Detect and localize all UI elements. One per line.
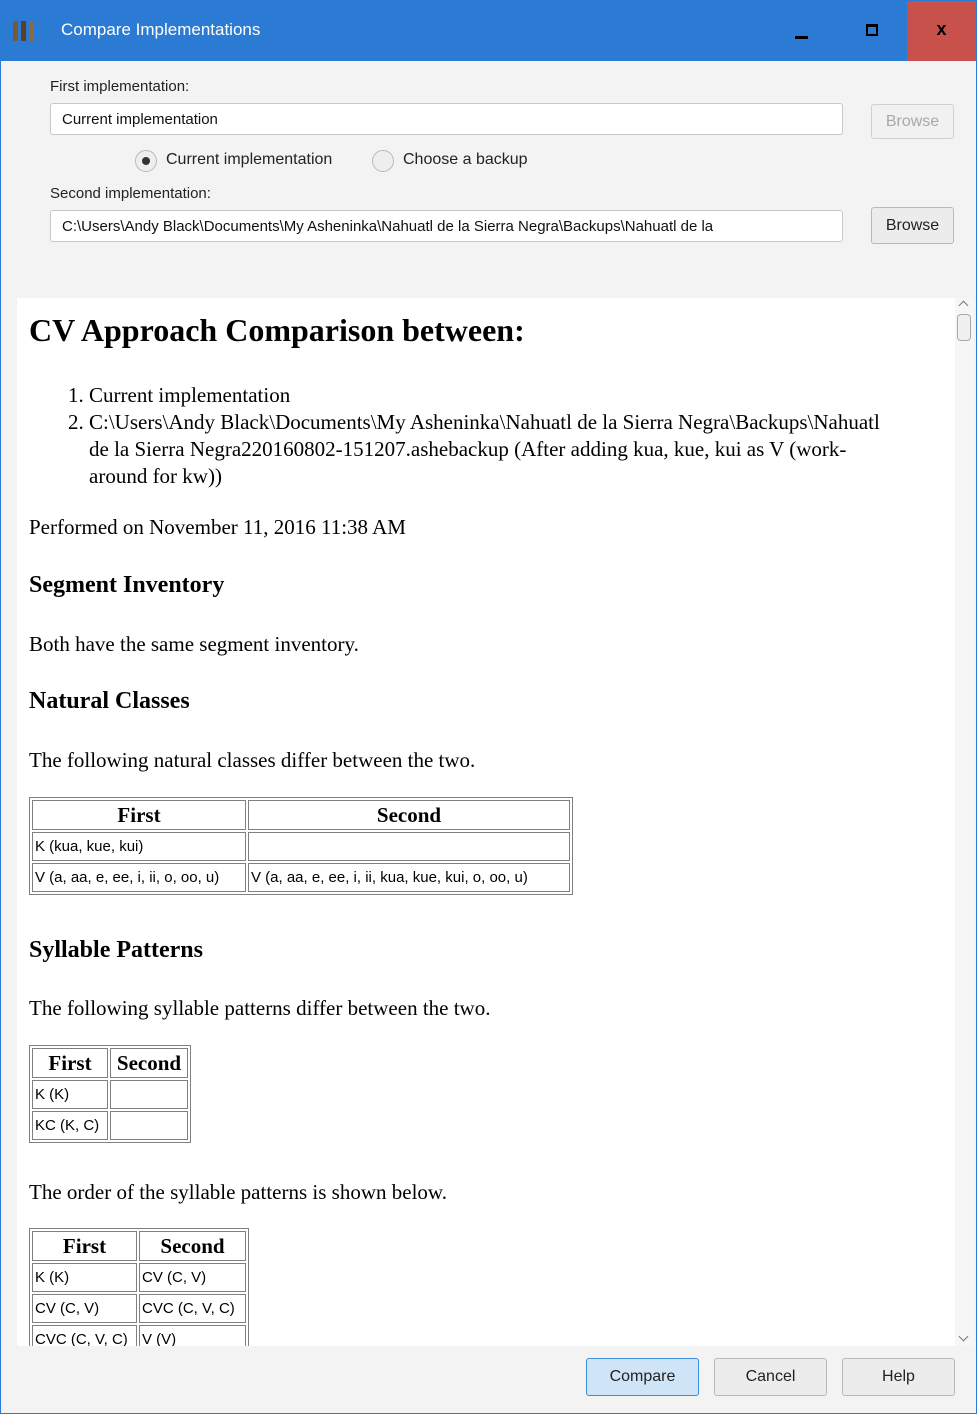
table-cell: CV (C, V)	[139, 1263, 246, 1292]
scroll-up-icon[interactable]	[958, 300, 969, 311]
table-cell: KC (K, C)	[32, 1111, 108, 1140]
table-cell: K (kua, kue, kui)	[32, 832, 246, 861]
list-item: Current implementation	[89, 382, 889, 409]
table-cell: K (K)	[32, 1263, 137, 1292]
table-row: K (K) CV (C, V)	[32, 1263, 246, 1292]
radio-current-implementation[interactable]	[135, 150, 157, 172]
second-browse-button[interactable]: Browse	[871, 207, 954, 244]
segment-inventory-heading: Segment Inventory	[29, 572, 225, 598]
report-heading: CV Approach Comparison between:	[29, 312, 525, 348]
first-implementation-label: First implementation:	[50, 78, 190, 95]
first-implementation-field[interactable]: Current implementation	[50, 103, 843, 135]
compare-implementations-window: Compare Implementations x First implemen…	[0, 0, 977, 1414]
comparison-report[interactable]: CV Approach Comparison between: Current …	[17, 298, 955, 1346]
radio-backup-label: Choose a backup	[403, 151, 528, 168]
second-implementation-field[interactable]: C:\Users\Andy Black\Documents\My Ashenin…	[50, 210, 843, 242]
table-row: V (a, aa, e, ee, i, ii, o, oo, u) V (a, …	[32, 863, 570, 892]
second-implementation-label: Second implementation:	[50, 185, 211, 202]
natural-classes-heading: Natural Classes	[29, 688, 190, 714]
table-cell	[110, 1111, 188, 1140]
table-row: CV (C, V) CVC (C, V, C)	[32, 1294, 246, 1323]
table-cell	[248, 832, 570, 861]
table-row: KC (K, C)	[32, 1111, 188, 1140]
first-browse-button[interactable]: Browse	[871, 104, 954, 139]
natural-classes-table: First Second K (kua, kue, kui) V (a, aa,…	[29, 797, 573, 895]
table-row: K (kua, kue, kui)	[32, 832, 570, 861]
table-cell: V (a, aa, e, ee, i, ii, o, oo, u)	[32, 863, 246, 892]
table-cell: CVC (C, V, C)	[32, 1325, 137, 1346]
performed-text: Performed on November 11, 2016 11:38 AM	[29, 515, 406, 539]
close-icon: x	[936, 19, 947, 39]
scrollbar-thumb[interactable]	[957, 314, 971, 341]
syllable-patterns-heading: Syllable Patterns	[29, 937, 203, 963]
table-cell: V (a, aa, e, ee, i, ii, kua, kue, kui, o…	[248, 863, 570, 892]
syllable-patterns-text: The following syllable patterns differ b…	[29, 996, 491, 1020]
table-cell: V (V)	[139, 1325, 246, 1346]
syllable-patterns-table: First Second K (K) KC (K, C)	[29, 1045, 191, 1143]
table-cell: K (K)	[32, 1080, 108, 1109]
close-button[interactable]: x	[907, 1, 976, 61]
table-header: Second	[139, 1231, 246, 1261]
table-row: CVC (C, V, C) V (V)	[32, 1325, 246, 1346]
radio-current-label: Current implementation	[166, 151, 333, 168]
table-header: Second	[110, 1048, 188, 1078]
maximize-button[interactable]	[837, 1, 907, 61]
minimize-button[interactable]	[767, 1, 837, 61]
pattern-order-table: First Second K (K) CV (C, V) CV (C, V) C…	[29, 1228, 249, 1346]
implementations-list: Current implementation C:\Users\Andy Bla…	[29, 382, 889, 490]
window-title: Compare Implementations	[61, 20, 261, 39]
table-header: Second	[248, 800, 570, 830]
list-item: C:\Users\Andy Black\Documents\My Ashenin…	[89, 409, 889, 490]
table-header: First	[32, 1231, 137, 1261]
scroll-down-icon[interactable]	[958, 1331, 969, 1342]
radio-choose-backup[interactable]	[372, 150, 394, 172]
cancel-button[interactable]: Cancel	[714, 1358, 827, 1396]
segment-inventory-text: Both have the same segment inventory.	[29, 632, 359, 656]
report-scrollbar[interactable]	[955, 298, 974, 1346]
table-cell: CV (C, V)	[32, 1294, 137, 1323]
table-header: First	[32, 800, 246, 830]
help-button[interactable]: Help	[842, 1358, 955, 1396]
table-row: K (K)	[32, 1080, 188, 1109]
natural-classes-text: The following natural classes differ bet…	[29, 748, 476, 772]
title-bar[interactable]: Compare Implementations x	[1, 1, 976, 61]
table-cell: CVC (C, V, C)	[139, 1294, 246, 1323]
app-icon	[13, 21, 35, 41]
pattern-order-text: The order of the syllable patterns is sh…	[29, 1180, 447, 1204]
table-cell	[110, 1080, 188, 1109]
table-header: First	[32, 1048, 108, 1078]
compare-button[interactable]: Compare	[586, 1358, 699, 1396]
